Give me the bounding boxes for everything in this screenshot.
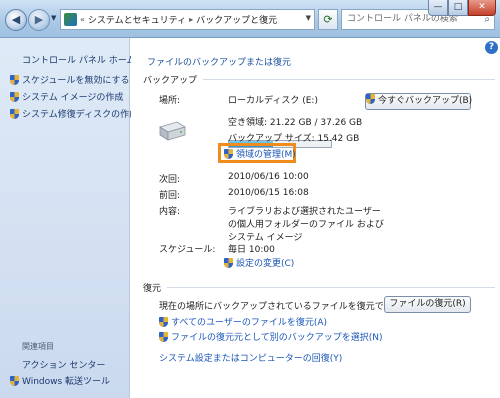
forward-arrow-icon: ▶	[34, 13, 44, 26]
breadcrumb-overflow[interactable]: «	[80, 15, 85, 24]
change-settings-label: 設定の変更(C)	[236, 259, 295, 269]
address-dropdown-icon[interactable]: ▼	[306, 14, 311, 22]
breadcrumb-separator[interactable]: ▸	[189, 15, 193, 24]
next-backup-label: 次回:	[159, 175, 181, 185]
restore-files-button[interactable]: ファイルの復元(R)	[384, 296, 471, 313]
select-other-backup-link[interactable]: ファイルの復元元として別のバックアップを選択(N)	[159, 330, 383, 343]
maximize-button[interactable]: □	[448, 0, 468, 16]
uac-shield-icon	[159, 316, 168, 327]
section-divider	[167, 287, 495, 288]
page-title: ファイルのバックアップまたは復元	[147, 58, 292, 68]
create-repair-disc-label: システム修復ディスクの作成	[22, 110, 139, 120]
uac-shield-icon	[366, 94, 375, 104]
manage-space-label: 領域の管理(M)	[236, 150, 296, 160]
back-arrow-icon: ◀	[11, 13, 21, 26]
hard-drive-icon	[159, 121, 186, 141]
back-button[interactable]: ◀	[5, 9, 27, 31]
uac-shield-icon	[10, 74, 19, 85]
schedule-label: スケジュール:	[159, 245, 216, 255]
backup-now-button[interactable]: 今すぐバックアップ(B)	[365, 93, 473, 110]
manage-space-link[interactable]: 領域の管理(M)	[224, 147, 296, 160]
schedule-value: 毎日 10:00	[228, 245, 275, 255]
restore-section-header: 復元	[143, 281, 495, 294]
restore-heading: 復元	[143, 284, 162, 294]
breadcrumb-backup-restore[interactable]: バックアップと復元	[196, 13, 277, 26]
uac-shield-icon	[10, 108, 19, 119]
last-backup-value: 2010/06/15 16:08	[228, 188, 309, 198]
location-value: ローカルディスク (E:)	[228, 96, 318, 106]
left-nav-pane: コントロール パネル ホーム スケジュールを無効にする システム イメージの作成…	[0, 38, 138, 398]
action-center-link[interactable]: アクション センター	[22, 358, 105, 371]
contents-line-1: ライブラリおよび選択されたユーザー	[228, 207, 381, 217]
main-content: ? ファイルのバックアップまたは復元 バックアップ 場所: ローカルディスク (…	[131, 38, 500, 398]
create-system-image-label: システム イメージの作成	[22, 93, 124, 103]
section-divider	[203, 79, 495, 80]
disable-schedule-label: スケジュールを無効にする	[22, 76, 130, 86]
control-panel-icon	[64, 13, 77, 26]
uac-shield-icon	[10, 375, 19, 386]
location-label: 場所:	[159, 96, 181, 106]
recent-pages-dropdown-icon[interactable]: ▼	[51, 14, 56, 22]
uac-shield-icon	[224, 257, 233, 268]
address-bar[interactable]: « システムとセキュリティ ▸ バックアップと復元 ▼	[60, 9, 315, 30]
related-heading: 関連項目	[22, 342, 54, 351]
restore-all-users-link[interactable]: すべてのユーザーのファイルを復元(A)	[159, 315, 327, 328]
close-button[interactable]: ✕	[468, 0, 496, 16]
uac-shield-icon	[10, 91, 19, 102]
backup-section-header: バックアップ	[143, 73, 495, 86]
select-other-backup-label: ファイルの復元元として別のバックアップを選択(N)	[171, 333, 383, 343]
windows-easy-transfer-label: Windows 転送ツール	[22, 377, 111, 387]
windows-easy-transfer-link[interactable]: Windows 転送ツール	[10, 374, 110, 387]
uac-shield-icon	[159, 331, 168, 342]
backup-heading: バックアップ	[143, 76, 198, 86]
help-icon[interactable]: ?	[485, 41, 498, 54]
free-space-text: 空き領域: 21.22 GB / 37.26 GB	[228, 118, 363, 128]
last-backup-label: 前回:	[159, 191, 181, 201]
contents-label: 内容:	[159, 207, 181, 217]
recover-system-link[interactable]: システム設定またはコンピューターの回復(Y)	[159, 351, 342, 364]
disable-schedule-link[interactable]: スケジュールを無効にする	[10, 73, 129, 86]
address-bar-area: ◀ ▶ ▼ « システムとセキュリティ ▸ バックアップと復元 ▼ ⟳ コントロ…	[0, 0, 500, 38]
restore-description: 現在の場所にバックアップされているファイルを復元できます。	[159, 302, 419, 312]
create-system-image-link[interactable]: システム イメージの作成	[10, 90, 123, 103]
contents-line-2: の個人用フォルダーのファイル および	[228, 220, 384, 230]
minimize-button[interactable]: —	[428, 0, 448, 16]
refresh-icon: ⟳	[323, 13, 333, 26]
forward-button[interactable]: ▶	[28, 9, 50, 31]
restore-all-users-label: すべてのユーザーのファイルを復元(A)	[171, 318, 328, 328]
control-panel-home-link[interactable]: コントロール パネル ホーム	[22, 53, 135, 66]
create-repair-disc-link[interactable]: システム修復ディスクの作成	[10, 107, 138, 120]
uac-shield-icon	[224, 148, 233, 159]
change-settings-link[interactable]: 設定の変更(C)	[224, 256, 294, 269]
next-backup-value: 2010/06/16 10:00	[228, 172, 309, 182]
refresh-button[interactable]: ⟳	[318, 9, 338, 30]
recover-system-label: システム設定またはコンピューターの回復(Y)	[159, 354, 343, 364]
breadcrumb-system-security[interactable]: システムとセキュリティ	[88, 13, 186, 26]
backup-now-label: 今すぐバックアップ(B)	[378, 96, 473, 106]
